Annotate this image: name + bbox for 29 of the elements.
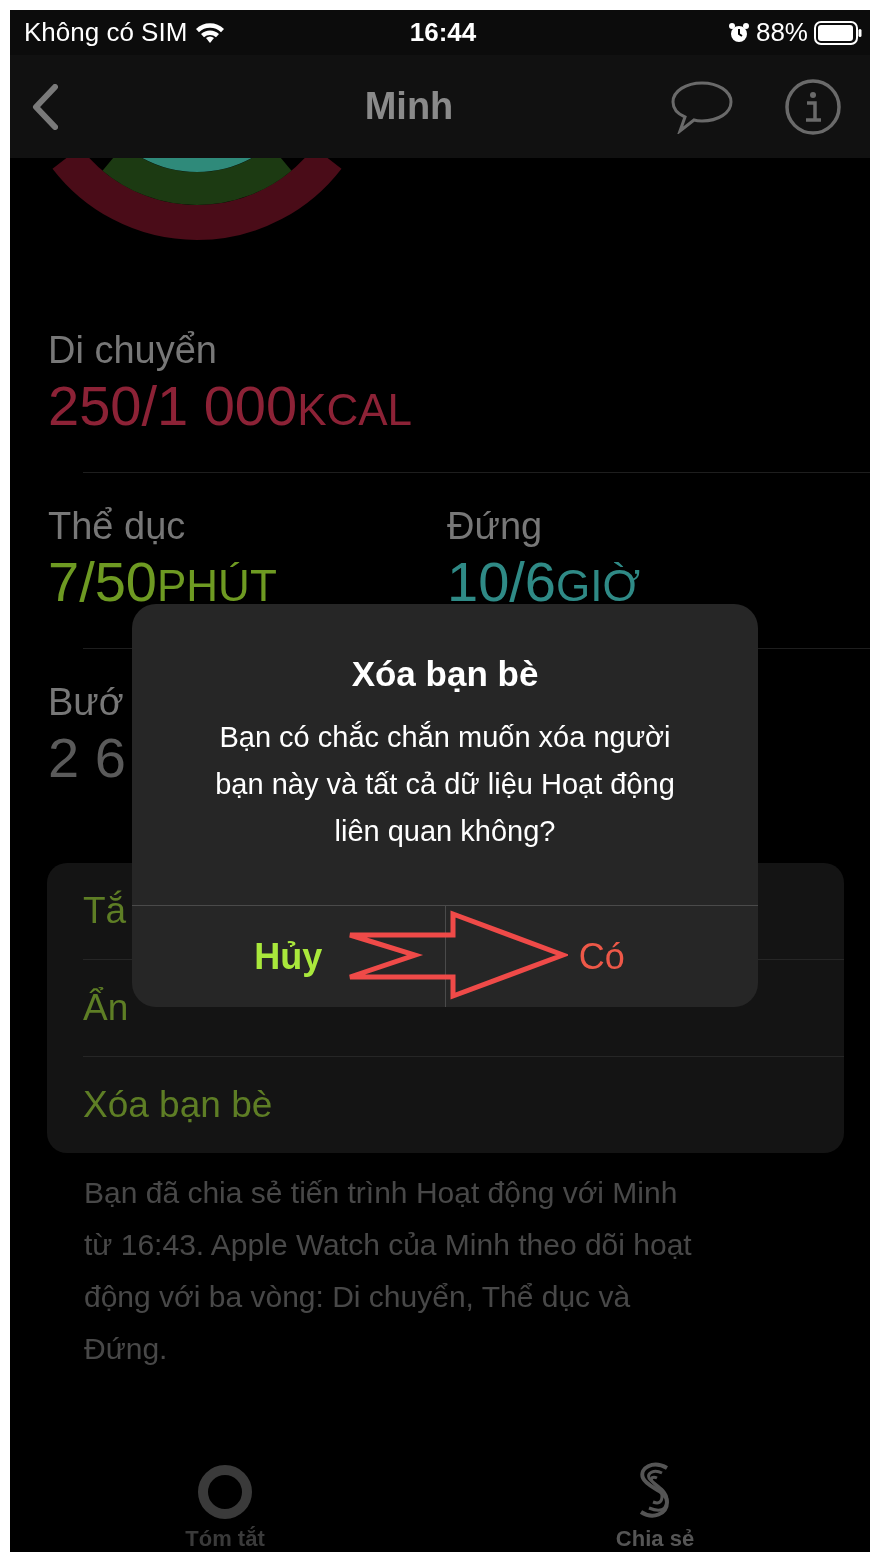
tab-item[interactable]: Chia sẻ [440, 1432, 870, 1552]
carrier-text: Không có SIM [24, 17, 188, 48]
alarm-icon [727, 21, 750, 44]
dialog-title: Xóa bạn bè [351, 653, 539, 695]
wifi-icon [195, 21, 226, 44]
metric-label: Di chuyển [48, 328, 218, 373]
activity-rings-icon [53, 158, 341, 240]
ring-icon [197, 1464, 253, 1520]
battery-percent: 88% [755, 17, 808, 48]
cancel-button[interactable]: Hủy [132, 906, 445, 1007]
back-icon[interactable] [32, 83, 58, 130]
clock-time: 16:44 [409, 17, 477, 48]
sharing-note: Bạn đã chia sẻ tiến trình Hoạt động với Minh từ 16:43. Apple Watch của Minh theo dõi hoạt động với ba vòng: Di chuyển, Thể dục và Đứng. [84, 1175, 693, 1367]
option-link[interactable]: Tắ [83, 890, 127, 932]
chat-bubble-icon[interactable] [670, 79, 734, 134]
metric-value: 250/1 000KCAL [48, 375, 413, 439]
info-icon[interactable] [784, 77, 842, 136]
confirm-button[interactable]: Có [444, 906, 758, 1007]
option-link[interactable]: Ẩn [83, 987, 129, 1029]
metric-value: 10/6GIỜ [447, 551, 641, 615]
metric-label: Đứng [447, 504, 544, 549]
metric-label: Bướ [48, 680, 125, 725]
nav-title: Minh [363, 85, 455, 128]
battery-icon [814, 20, 862, 45]
option-link[interactable]: Xóa bạn bè [83, 1084, 273, 1126]
metric-value: 2 6 [48, 727, 126, 789]
metric-label: Thể dục [48, 504, 187, 549]
dialog-message: Bạn có chắc chắn muốn xóa người bạn này và tất cả dữ liệu Hoạt động liên quan không? [214, 720, 676, 849]
metric-value: 7/50PHÚT [48, 551, 277, 615]
